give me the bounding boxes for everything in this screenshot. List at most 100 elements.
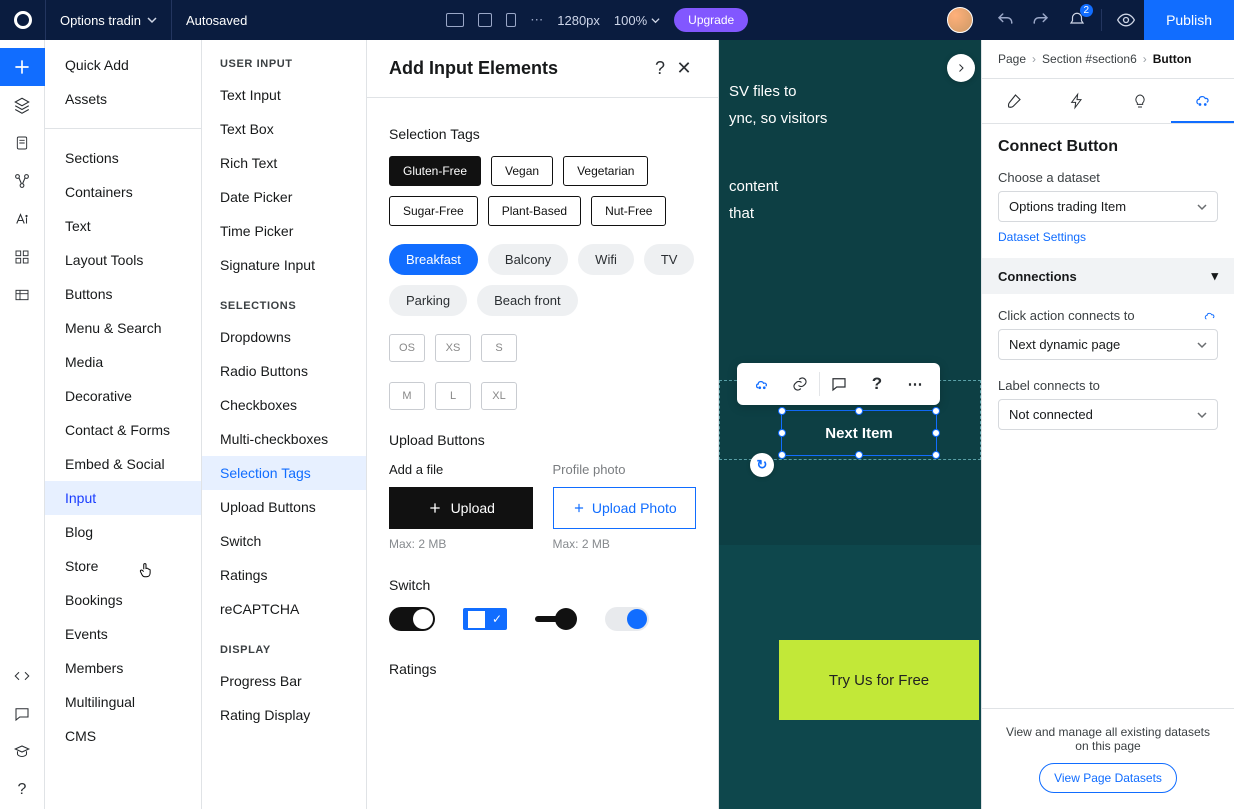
rail-comments[interactable]: [0, 695, 45, 733]
crumb-element[interactable]: Button: [1153, 52, 1192, 66]
switch-preset-4[interactable]: [605, 607, 649, 631]
avatar[interactable]: [947, 7, 973, 33]
crumb-page[interactable]: Page: [998, 52, 1026, 66]
desktop-icon[interactable]: [446, 13, 464, 27]
view-datasets-button[interactable]: View Page Datasets: [1039, 763, 1177, 793]
panel1-item-buttons[interactable]: Buttons: [45, 277, 201, 311]
panel2-item-radio-buttons[interactable]: Radio Buttons: [202, 354, 366, 388]
preview-icon[interactable]: [1108, 0, 1144, 40]
dataset-settings-link[interactable]: Dataset Settings: [998, 230, 1086, 244]
panel2-item-rating-display[interactable]: Rating Display: [202, 698, 366, 732]
click-action-dropdown[interactable]: Next dynamic page: [998, 329, 1218, 360]
collapse-inspector-icon[interactable]: [947, 54, 975, 82]
rail-layers[interactable]: [0, 86, 45, 124]
resize-handle[interactable]: [932, 407, 940, 415]
panel1-item-text[interactable]: Text: [45, 209, 201, 243]
panel2-item-date-picker[interactable]: Date Picker: [202, 180, 366, 214]
rail-site[interactable]: [0, 162, 45, 200]
panel1-assets[interactable]: Assets: [45, 82, 201, 116]
panel1-quick-add[interactable]: Quick Add: [45, 48, 201, 82]
tab-connect[interactable]: [1171, 79, 1234, 123]
resize-handle[interactable]: [932, 451, 940, 459]
panel1-item-menu-search[interactable]: Menu & Search: [45, 311, 201, 345]
tag-size-s[interactable]: S: [481, 334, 517, 362]
connect-inline-icon[interactable]: [1202, 309, 1218, 323]
switch-preset-1[interactable]: [389, 607, 435, 631]
panel1-item-embed-social[interactable]: Embed & Social: [45, 447, 201, 481]
panel2-item-text-input[interactable]: Text Input: [202, 78, 366, 112]
crumb-section[interactable]: Section #section6: [1042, 52, 1137, 66]
canvas[interactable]: SV files to ync, so visitors content tha…: [719, 40, 981, 809]
toolbar-link-icon[interactable]: [781, 363, 819, 405]
panel1-item-events[interactable]: Events: [45, 617, 201, 651]
panel2-item-text-box[interactable]: Text Box: [202, 112, 366, 146]
undo-icon[interactable]: [987, 0, 1023, 40]
switch-preset-2[interactable]: ✓: [463, 608, 507, 630]
hero-section[interactable]: SV files to ync, so visitors content tha…: [719, 40, 981, 545]
connections-header[interactable]: Connections ▾: [982, 258, 1234, 294]
rail-pages[interactable]: [0, 124, 45, 162]
upload-photo-button[interactable]: Upload Photo: [553, 487, 697, 529]
panel1-item-media[interactable]: Media: [45, 345, 201, 379]
tag-breakfast[interactable]: Breakfast: [389, 244, 478, 275]
rail-learn[interactable]: [0, 733, 45, 771]
selected-button[interactable]: ? ⋯ Next Item ↻: [781, 410, 937, 456]
tag-size-m[interactable]: M: [389, 382, 425, 410]
resize-handle[interactable]: [778, 429, 786, 437]
switch-preset-3[interactable]: [535, 608, 577, 630]
resize-handle[interactable]: [932, 429, 940, 437]
panel1-item-input[interactable]: Input: [45, 481, 201, 515]
tag-balcony[interactable]: Balcony: [488, 244, 568, 275]
rail-apps[interactable]: [0, 238, 45, 276]
panel1-item-multilingual[interactable]: Multilingual: [45, 685, 201, 719]
tag-beach-front[interactable]: Beach front: [477, 285, 578, 316]
panel1-item-contact-forms[interactable]: Contact & Forms: [45, 413, 201, 447]
more-breakpoints-icon[interactable]: ⋯: [530, 12, 543, 28]
panel1-item-sections[interactable]: Sections: [45, 141, 201, 175]
resize-handle[interactable]: [778, 407, 786, 415]
tag-vegan[interactable]: Vegan: [491, 156, 553, 186]
upload-file-button[interactable]: Upload: [389, 487, 533, 529]
panel1-item-layout-tools[interactable]: Layout Tools: [45, 243, 201, 277]
panel1-item-decorative[interactable]: Decorative: [45, 379, 201, 413]
zoom-level[interactable]: 100%: [614, 13, 660, 28]
tablet-icon[interactable]: [478, 13, 492, 27]
tab-design[interactable]: [982, 79, 1045, 123]
resize-handle[interactable]: [855, 407, 863, 415]
close-icon[interactable]: ✕: [672, 58, 696, 79]
tag-size-os[interactable]: OS: [389, 334, 425, 362]
panel2-item-selection-tags[interactable]: Selection Tags: [202, 456, 366, 490]
panel1-item-blog[interactable]: Blog: [45, 515, 201, 549]
panel2-item-progress-bar[interactable]: Progress Bar: [202, 664, 366, 698]
rail-add[interactable]: [0, 48, 45, 86]
toolbar-more-icon[interactable]: ⋯: [896, 363, 934, 405]
redo-icon[interactable]: [1023, 0, 1059, 40]
toolbar-help-icon[interactable]: ?: [858, 363, 896, 405]
tag-size-xl[interactable]: XL: [481, 382, 517, 410]
panel2-item-upload-buttons[interactable]: Upload Buttons: [202, 490, 366, 524]
page-selector[interactable]: Options tradin: [45, 0, 172, 40]
rail-theme[interactable]: [0, 200, 45, 238]
panel2-item-signature-input[interactable]: Signature Input: [202, 248, 366, 282]
publish-button[interactable]: Publish: [1144, 0, 1234, 40]
tag-size-l[interactable]: L: [435, 382, 471, 410]
toolbar-connect-icon[interactable]: [743, 363, 781, 405]
rotate-handle[interactable]: ↻: [750, 453, 774, 477]
rail-devmode[interactable]: [0, 657, 45, 695]
tag-parking[interactable]: Parking: [389, 285, 467, 316]
panel2-item-switch[interactable]: Switch: [202, 524, 366, 558]
rail-help[interactable]: ?: [0, 771, 45, 809]
resize-handle[interactable]: [855, 451, 863, 459]
panel2-item-recaptcha[interactable]: reCAPTCHA: [202, 592, 366, 626]
rail-cms[interactable]: [0, 276, 45, 314]
tag-wifi[interactable]: Wifi: [578, 244, 634, 275]
panel2-item-checkboxes[interactable]: Checkboxes: [202, 388, 366, 422]
wix-logo[interactable]: [0, 0, 45, 40]
panel2-item-multi-checkboxes[interactable]: Multi-checkboxes: [202, 422, 366, 456]
panel1-item-bookings[interactable]: Bookings: [45, 583, 201, 617]
notifications-icon[interactable]: 2: [1059, 0, 1095, 40]
tab-interactions[interactable]: [1045, 79, 1108, 123]
tag-size-xs[interactable]: XS: [435, 334, 471, 362]
panel2-item-ratings[interactable]: Ratings: [202, 558, 366, 592]
resize-handle[interactable]: [778, 451, 786, 459]
